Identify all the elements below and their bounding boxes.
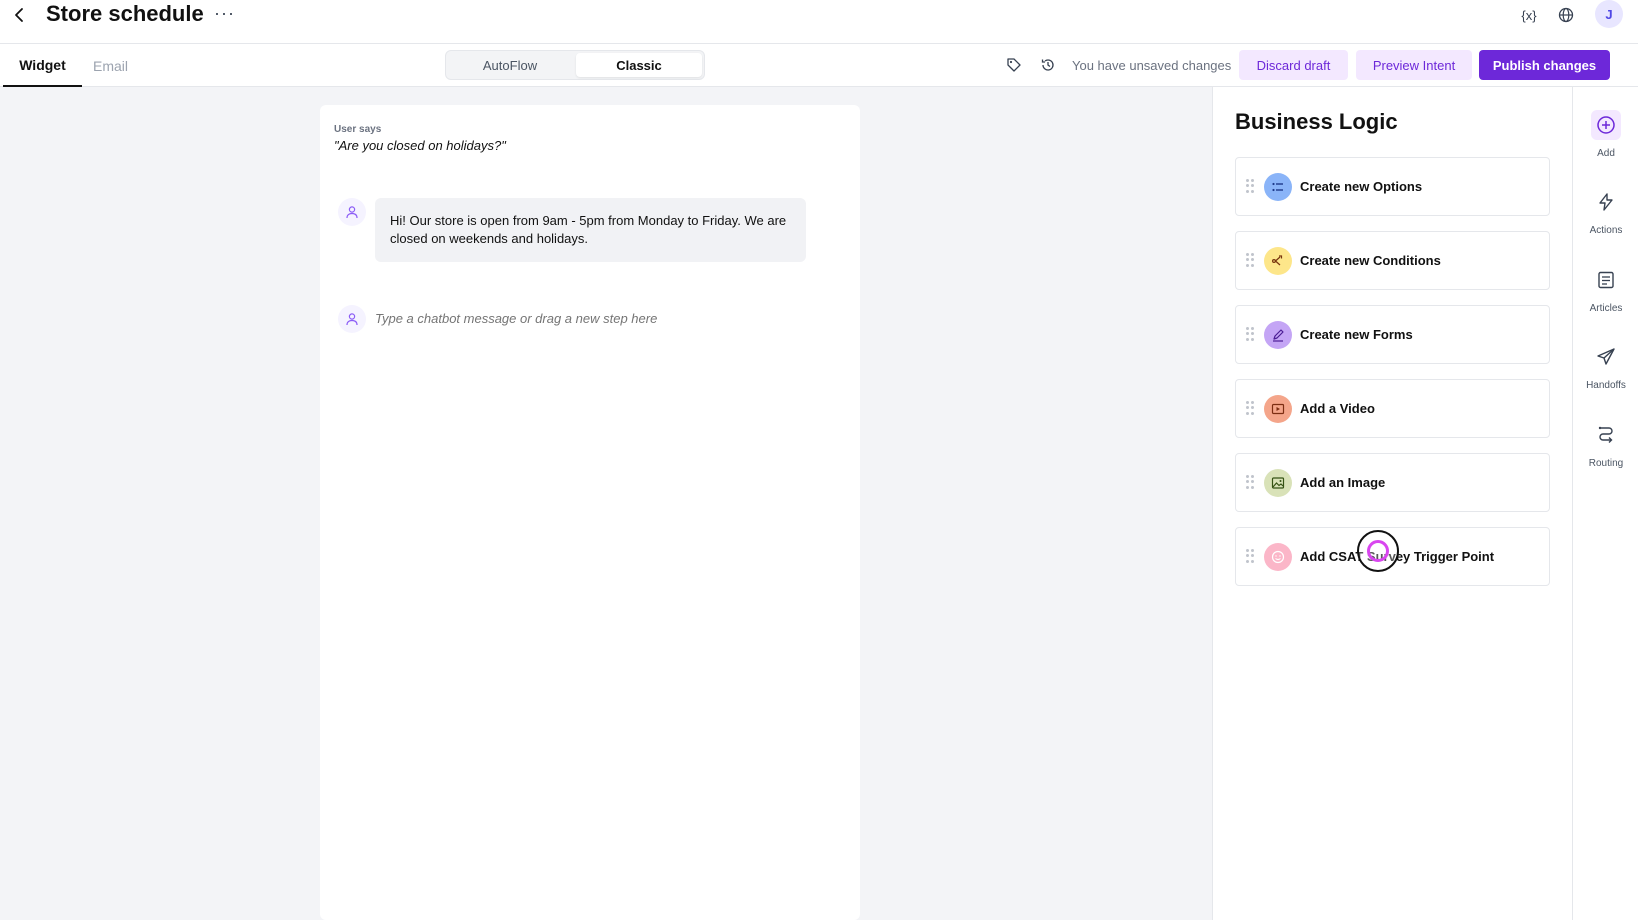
plus-circle-icon [1591, 110, 1621, 140]
create-forms-item[interactable]: Create new Forms [1235, 305, 1550, 364]
bot-avatar [338, 305, 366, 333]
discard-draft-button[interactable]: Discard draft [1239, 50, 1348, 80]
right-sidebar-rail: Add Actions Articles Handoffs Routing [1572, 87, 1638, 920]
page-title: Store schedule [46, 1, 204, 26]
add-video-item[interactable]: Add a Video [1235, 379, 1550, 438]
history-button[interactable] [1037, 54, 1059, 76]
user-icon [346, 206, 358, 219]
variables-button[interactable]: {x} [1518, 4, 1540, 26]
drag-handle-icon[interactable] [1246, 549, 1254, 563]
back-button[interactable] [6, 2, 32, 28]
rail-label: Articles [1589, 303, 1623, 314]
image-icon [1264, 469, 1292, 497]
pen-icon [1264, 321, 1292, 349]
user-says-label: User says [334, 124, 382, 135]
rail-item-actions[interactable]: Actions [1573, 187, 1638, 257]
panel-title: Business Logic [1235, 109, 1398, 134]
chatbot-message-input[interactable] [375, 311, 795, 326]
item-label: Add an Image [1300, 475, 1386, 490]
add-image-item[interactable]: Add an Image [1235, 453, 1550, 512]
publish-changes-button[interactable]: Publish changes [1479, 50, 1610, 80]
drag-handle-icon[interactable] [1246, 179, 1254, 193]
tags-button[interactable] [1003, 54, 1025, 76]
lightning-icon [1591, 187, 1621, 217]
smile-icon [1264, 543, 1292, 571]
drag-handle-icon[interactable] [1246, 327, 1254, 341]
user-avatar[interactable]: J [1595, 0, 1623, 28]
branch-icon [1264, 247, 1292, 275]
drag-handle-icon[interactable] [1246, 475, 1254, 489]
bot-avatar [338, 198, 366, 226]
autoflow-toggle[interactable]: AutoFlow [448, 53, 572, 77]
cursor-dot-icon [1367, 540, 1389, 562]
flow-canvas: User says "Are you closed on holidays?" … [0, 87, 1212, 920]
user-icon [346, 313, 358, 326]
language-button[interactable] [1555, 4, 1577, 26]
drag-handle-icon[interactable] [1246, 253, 1254, 267]
rail-label: Actions [1589, 225, 1623, 236]
send-icon [1591, 342, 1621, 372]
chat-flow-card: User says "Are you closed on holidays?" … [320, 105, 860, 920]
business-logic-panel: Business Logic Create new Options Create… [1212, 87, 1572, 920]
preview-intent-button[interactable]: Preview Intent [1356, 50, 1472, 80]
cursor-highlight [1357, 530, 1399, 572]
tab-email[interactable]: Email [93, 44, 143, 87]
globe-icon [1558, 7, 1574, 23]
classic-toggle[interactable]: Classic [576, 53, 702, 77]
bot-message-bubble[interactable]: Hi! Our store is open from 9am - 5pm fro… [375, 198, 806, 262]
create-options-item[interactable]: Create new Options [1235, 157, 1550, 216]
tag-icon [1007, 58, 1021, 72]
rail-item-handoffs[interactable]: Handoffs [1573, 342, 1638, 412]
chevron-left-icon [15, 8, 23, 22]
item-label: Add a Video [1300, 401, 1375, 416]
rail-item-routing[interactable]: Routing [1573, 420, 1638, 490]
rail-label: Handoffs [1586, 380, 1626, 391]
item-label: Create new Forms [1300, 327, 1413, 342]
app-header: Store schedule ··· {x} J [0, 0, 1638, 44]
mode-switcher: AutoFlow Classic [445, 50, 705, 80]
rail-item-articles[interactable]: Articles [1573, 265, 1638, 335]
video-icon [1264, 395, 1292, 423]
user-says-text: "Are you closed on holidays?" [334, 138, 506, 153]
document-icon [1591, 265, 1621, 295]
history-icon [1041, 59, 1054, 71]
create-conditions-item[interactable]: Create new Conditions [1235, 231, 1550, 290]
unsaved-changes-text: You have unsaved changes [1072, 58, 1232, 73]
rail-item-add[interactable]: Add [1573, 110, 1638, 180]
rail-label: Routing [1588, 458, 1624, 469]
list-icon [1264, 173, 1292, 201]
variables-icon: {x} [1521, 7, 1537, 23]
drag-handle-icon[interactable] [1246, 401, 1254, 415]
item-label: Create new Options [1300, 179, 1423, 194]
rail-label: Add [1597, 148, 1615, 159]
toolbar: Widget Email AutoFlow Classic You have u… [0, 44, 1638, 87]
more-options-button[interactable]: ··· [214, 4, 235, 22]
tab-widget[interactable]: Widget [3, 44, 82, 87]
item-label: Create new Conditions [1300, 253, 1441, 268]
routing-icon [1591, 420, 1621, 450]
